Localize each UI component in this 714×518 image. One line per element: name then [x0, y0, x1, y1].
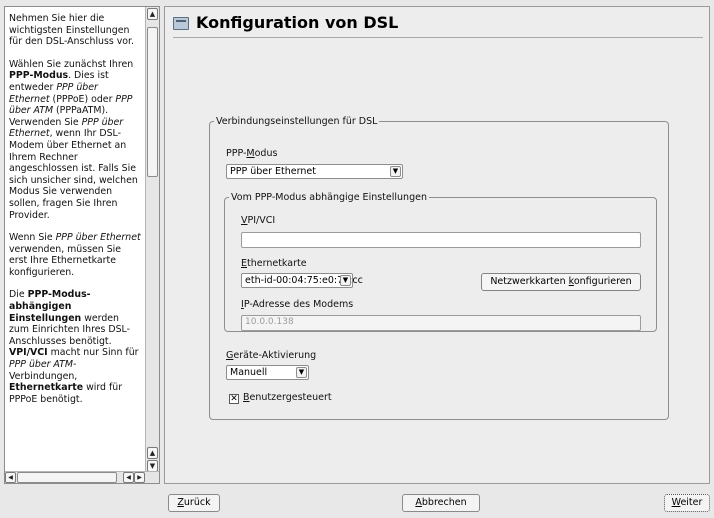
ethernet-card-label: Ethernetkarte — [241, 258, 307, 269]
device-activation-label: Geräte-Aktivierung — [226, 350, 316, 361]
ethernet-card-select[interactable]: eth-id-00:04:75:e0:76:cc ▼ — [241, 273, 363, 288]
page-title: Konfiguration von DSL — [196, 13, 399, 32]
device-activation-select[interactable]: Manuell ▼ — [226, 365, 309, 380]
back-button[interactable]: Zurück — [168, 494, 220, 512]
ppp-mode-value: PPP über Ethernet — [230, 166, 316, 177]
help-text-span: Die — [9, 289, 28, 301]
user-controlled-label[interactable]: Benutzergesteuert — [243, 392, 332, 403]
help-paragraph: Wenn Sie PPP über Ethernet verwenden, mü… — [9, 232, 141, 278]
back-button-part: urück — [183, 497, 211, 508]
title-divider — [173, 37, 703, 38]
scroll-right-icon[interactable]: ▶ — [134, 472, 145, 483]
ppp-mode-label-part: odus — [254, 148, 278, 159]
device-activation-value: Manuell — [230, 367, 268, 378]
configure-btn-part: onfigurieren — [573, 276, 632, 287]
help-italic: PPP über ATM — [9, 359, 73, 371]
help-bold: VPI/VCI — [9, 347, 48, 359]
help-scroll-thumb[interactable] — [147, 27, 158, 177]
main-panel: Konfiguration von DSL Verbindungseinstel… — [164, 6, 710, 484]
configure-network-cards-button[interactable]: Netzwerkkarten konfigurieren — [481, 273, 641, 291]
vpi-vci-label-part: PI/VCI — [247, 215, 276, 226]
user-controlled-label-part: enutzergesteuert — [249, 392, 332, 403]
cancel-button-part: bbrechen — [421, 497, 467, 508]
ppp-mode-label-accel: M — [246, 148, 255, 159]
help-paragraph: Die PPP-Modus-abhängigen Einstellungen w… — [9, 289, 141, 405]
help-text-span: macht nur Sinn für — [47, 347, 139, 359]
chevron-down-icon[interactable]: ▼ — [296, 367, 307, 378]
help-hscroll-thumb[interactable] — [17, 472, 117, 483]
help-text-span: Wenn Sie — [9, 232, 56, 244]
next-button-part: eiter — [680, 497, 703, 508]
help-bold: PPP-Modus — [9, 70, 69, 82]
ppp-dependent-settings-group: Vom PPP-Modus abhängige Einstellungen VP… — [224, 192, 657, 332]
configure-btn-part: Netzwerkkarten — [490, 276, 569, 287]
help-italic: PPP über Ethernet — [55, 232, 141, 244]
connection-settings-legend: Verbindungseinstellungen für DSL — [216, 116, 378, 127]
connection-settings-group: Verbindungseinstellungen für DSL PPP-Mod… — [209, 116, 669, 420]
ppp-mode-label-part: PPP- — [226, 148, 247, 159]
help-horizontal-scrollbar[interactable]: ◀ ◀ ▶ — [5, 471, 159, 483]
help-text-span: , wenn Ihr DSL-Modem über Ethernet an Ih… — [9, 128, 138, 221]
help-text-span: Nehmen Sie hier die wichtigsten Einstell… — [9, 13, 135, 48]
chevron-down-icon[interactable]: ▼ — [390, 166, 401, 177]
scroll-left-icon[interactable]: ◀ — [123, 472, 134, 483]
help-bold: Ethernetkarte — [9, 382, 84, 394]
help-text: Nehmen Sie hier die wichtigsten Einstell… — [5, 7, 143, 473]
scroll-up-icon[interactable]: ▲ — [147, 8, 158, 20]
ethernet-card-label-part: thernetkarte — [247, 258, 307, 269]
help-vertical-scrollbar[interactable]: ▲ ▲ ▼ — [145, 7, 159, 473]
help-paragraph: Wählen Sie zunächst Ihren PPP-Modus. Die… — [9, 59, 141, 221]
scroll-left-icon[interactable]: ◀ — [5, 472, 16, 483]
help-text-span: (PPPoE) oder — [49, 93, 116, 105]
help-paragraph: Nehmen Sie hier die wichtigsten Einstell… — [9, 13, 141, 48]
scroll-up-icon[interactable]: ▲ — [147, 447, 158, 459]
dsl-modem-icon — [173, 17, 189, 30]
vpi-vci-field[interactable] — [241, 232, 641, 248]
vpi-vci-label: VPI/VCI — [241, 215, 275, 226]
modem-ip-field[interactable]: 10.0.0.138 — [241, 315, 641, 331]
modem-ip-label-part: P-Adresse des Modems — [243, 299, 354, 310]
help-text-span: Wählen Sie zunächst Ihren — [9, 58, 134, 70]
help-panel: Nehmen Sie hier die wichtigsten Einstell… — [4, 6, 160, 484]
modem-ip-label: IP-Adresse des Modems — [241, 299, 353, 310]
cancel-button[interactable]: Abbrechen — [402, 494, 480, 512]
user-controlled-checkbox[interactable]: ✕ — [229, 394, 239, 404]
chevron-down-icon[interactable]: ▼ — [340, 275, 351, 286]
help-text-span: verwenden, müssen Sie erst Ihre Ethernet… — [9, 243, 122, 278]
device-activation-label-part: eräte-Aktivierung — [233, 350, 317, 361]
next-button[interactable]: Weiter — [664, 494, 710, 512]
ppp-mode-label: PPP-Modus — [226, 148, 277, 159]
ppp-dependent-legend: Vom PPP-Modus abhängige Einstellungen — [231, 192, 427, 203]
ppp-mode-select[interactable]: PPP über Ethernet ▼ — [226, 164, 403, 179]
